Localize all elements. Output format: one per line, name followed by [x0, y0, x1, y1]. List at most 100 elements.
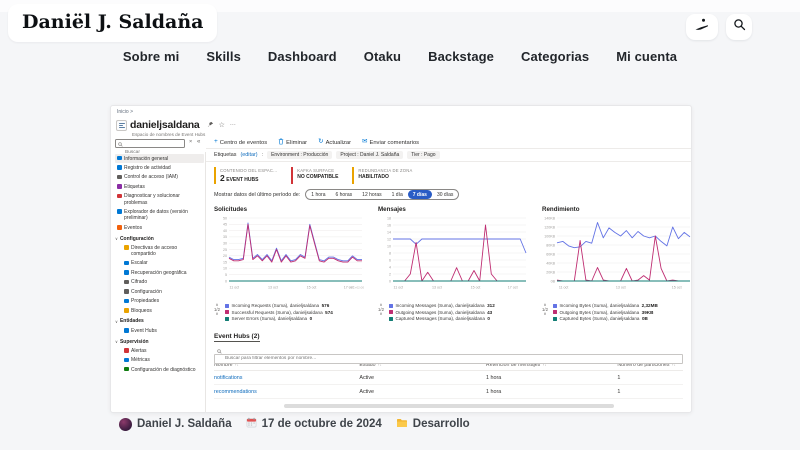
nav-item-otaku[interactable]: Otaku: [364, 49, 401, 64]
legend-pager[interactable]: ∧1/2∨: [212, 303, 222, 321]
time-option-7-d-as[interactable]: 7 días: [408, 190, 432, 199]
pin-icon[interactable]: [207, 121, 214, 130]
svg-text:12: 12: [387, 237, 391, 241]
time-option-6-horas[interactable]: 6 horas: [330, 190, 357, 199]
sidebar-item-alertas[interactable]: Alertas: [122, 346, 204, 355]
horizontal-scrollbar[interactable]: [284, 404, 614, 408]
sidebar-item-control-de-acceso-iam[interactable]: Control de acceso (IAM): [115, 173, 204, 182]
svg-text:6: 6: [389, 258, 391, 262]
legend-value: 0: [487, 316, 490, 321]
sidebar-item-configuraci-n[interactable]: Configuración: [122, 287, 204, 296]
svg-text:10: 10: [387, 244, 391, 248]
sidebar-item-bloqueos[interactable]: Bloqueos: [122, 306, 204, 315]
svg-text:18: 18: [387, 216, 391, 220]
svg-text:5: 5: [225, 273, 227, 277]
site-search-button[interactable]: [726, 14, 752, 40]
star-icon[interactable]: ☆: [219, 121, 225, 129]
legend-label: Server Errors (Suma), danieljsaldana: [232, 316, 308, 321]
toolbar-eliminar[interactable]: Eliminar: [278, 138, 307, 148]
sidebar-item-eventos[interactable]: Eventos: [115, 223, 204, 232]
time-option-1-d-a[interactable]: 1 día: [387, 190, 408, 199]
ski-button[interactable]: [686, 14, 718, 40]
metrics-charts: Solicitudes5045403530252015105011 oct13 …: [212, 206, 691, 321]
tag-pill-2[interactable]: Tier : Pago: [407, 151, 439, 159]
chevron-down-icon[interactable]: ∨: [544, 312, 547, 316]
legend-item-server-errors[interactable]: Server Errors (Suma), danieljsaldana0: [225, 316, 333, 321]
chevron-down-icon[interactable]: ∨: [216, 312, 219, 316]
sidebar-item-label: Configuración de diagnóstico: [131, 367, 196, 373]
legend-value: 2,32MB: [642, 303, 658, 308]
sidebar-item-label: Configuración: [131, 289, 162, 295]
chevron-down-icon[interactable]: ∨: [380, 312, 383, 316]
legend-swatch: [225, 304, 229, 308]
legend-item-incoming-requests[interactable]: Incoming Requests (Suma), danieljsaldana…: [225, 303, 333, 308]
nav-item-categorias[interactable]: Categorias: [521, 49, 589, 64]
tag-pill-1[interactable]: Project : Daniel J. Saldaña: [336, 151, 403, 159]
nav-item-mi-cuenta[interactable]: Mi cuenta: [616, 49, 677, 64]
sidebar-item-etiquetas[interactable]: Etiquetas: [115, 182, 204, 191]
sidebar-section-label: Entidades: [120, 318, 144, 324]
event-hubs-filter[interactable]: [214, 346, 683, 356]
legend-item-outgoing-bytes[interactable]: Outgoing Bytes (Suma), danieljsaldana39K…: [553, 310, 658, 315]
legend-pager[interactable]: ∧1/2∨: [540, 303, 550, 321]
status-card-redundancia-de-zona: REDUNDANCIA DE ZONAHABILITADO: [352, 167, 418, 184]
time-option-1-hora[interactable]: 1 hora: [306, 190, 330, 199]
legend-item-successful-requests[interactable]: Successful Requests (Suma), danieljsalda…: [225, 310, 333, 315]
toolbar-enviar-comentarios[interactable]: ✉Enviar comentarios: [362, 139, 419, 146]
sidebar-item-directivas-de-acceso-compartido[interactable]: Directivas de acceso compartido: [122, 243, 204, 259]
toolbar-actualizar[interactable]: ↻Actualizar: [318, 139, 351, 146]
portal-sidebar-search[interactable]: [115, 139, 185, 148]
toolbar-centro-de-eventos[interactable]: +Centro de eventos: [214, 139, 267, 146]
nav-item-sobre-mi[interactable]: Sobre mi: [123, 49, 179, 64]
legend-item-incoming-messages[interactable]: Incoming Messages (Suma), danieljsaldana…: [389, 303, 495, 308]
legend-item-captured-messages[interactable]: Captured Messages (Suma), danieljsaldana…: [389, 316, 495, 321]
sidebar-item-cifrado[interactable]: Cifrado: [122, 278, 204, 287]
sidebar-section-configuraci-n[interactable]: ∨Configuración: [115, 233, 204, 244]
legend-label: Incoming Bytes (Suma), danieljsaldana: [560, 303, 640, 308]
site-logo[interactable]: Daniël J. Saldaña: [22, 11, 203, 33]
sidebar-section-label: Supervisión: [120, 339, 149, 345]
sidebar-section-entidades[interactable]: ∨Entidades: [115, 315, 204, 326]
sidebar-item-label: Alertas: [131, 348, 147, 354]
sidebar-item-informaci-n-general[interactable]: Información general: [115, 154, 204, 163]
time-option-12-horas[interactable]: 12 horas: [357, 190, 386, 199]
sidebar-item-recuperaci-n-geogr-fica[interactable]: Recuperación geográfica: [122, 268, 204, 277]
breadcrumb[interactable]: Inicio >: [117, 109, 133, 115]
legend-item-outgoing-messages[interactable]: Outgoing Messages (Suma), danieljsaldana…: [389, 310, 495, 315]
nav-item-skills[interactable]: Skills: [206, 49, 241, 64]
chart-plot: 5045403530252015105011 oct13 oct15 oct17…: [212, 215, 364, 297]
legend-pager[interactable]: ∧1/2∨: [376, 303, 386, 321]
sidebar-item-event-hubs[interactable]: Event Hubs: [122, 326, 204, 335]
event-hub-link[interactable]: notifications: [214, 375, 359, 381]
sidebar-item-icon: [124, 358, 129, 363]
nav-item-backstage[interactable]: Backstage: [428, 49, 494, 64]
nav-item-dashboard[interactable]: Dashboard: [268, 49, 337, 64]
sidebar-item-propiedades[interactable]: Propiedades: [122, 297, 204, 306]
status-card-value-text: EVENT HUBS: [226, 177, 258, 183]
chart-legend: ∧1/2∨Incoming Bytes (Suma), danieljsalda…: [540, 303, 691, 321]
post-date: 17 de octubre de 2024: [262, 418, 382, 430]
legend-item-captured-bytes[interactable]: Captured Bytes (Suma), danieljsaldana0B: [553, 316, 658, 321]
sidebar-item-registro-de-actividad[interactable]: Registro de actividad: [115, 163, 204, 172]
sidebar-section-label: Configuración: [120, 236, 154, 242]
sidebar-section-supervisi-n[interactable]: ∨Supervisión: [115, 336, 204, 347]
tag-pill-0[interactable]: Environment : Producción: [267, 151, 332, 159]
event-hub-link[interactable]: recommendations: [214, 389, 359, 395]
time-option-30-d-as[interactable]: 30 días: [432, 190, 458, 199]
event-hubs-tab[interactable]: Event Hubs (2): [214, 333, 260, 342]
legend-item-incoming-bytes[interactable]: Incoming Bytes (Suma), danieljsaldana2,3…: [553, 303, 658, 308]
sidebar-item-label: Explorador de datos (versión preliminar): [124, 209, 202, 222]
tags-edit-link[interactable]: (editar): [240, 152, 257, 158]
sidebar-collapse-icon[interactable]: «: [197, 139, 200, 145]
avatar: [119, 418, 132, 431]
more-icon[interactable]: ···: [230, 122, 236, 128]
sidebar-item-diagnosticar-y-solucionar-problemas[interactable]: Diagnosticar y solucionar problemas: [115, 192, 204, 208]
legend-value: 0: [310, 316, 313, 321]
sidebar-item-explorador-de-datos-versi-n-preliminar[interactable]: Explorador de datos (versión preliminar): [115, 207, 204, 223]
sidebar-item-m-tricas[interactable]: Métricas: [122, 356, 204, 365]
search-clear-icon[interactable]: ×: [189, 139, 192, 145]
sidebar-item-icon: [124, 348, 129, 353]
sidebar-item-configuraci-n-de-diagn-stico[interactable]: Configuración de diagnóstico: [122, 365, 204, 374]
event-hubs-filter-input[interactable]: [214, 354, 683, 364]
sidebar-item-escalar[interactable]: Escalar: [122, 259, 204, 268]
